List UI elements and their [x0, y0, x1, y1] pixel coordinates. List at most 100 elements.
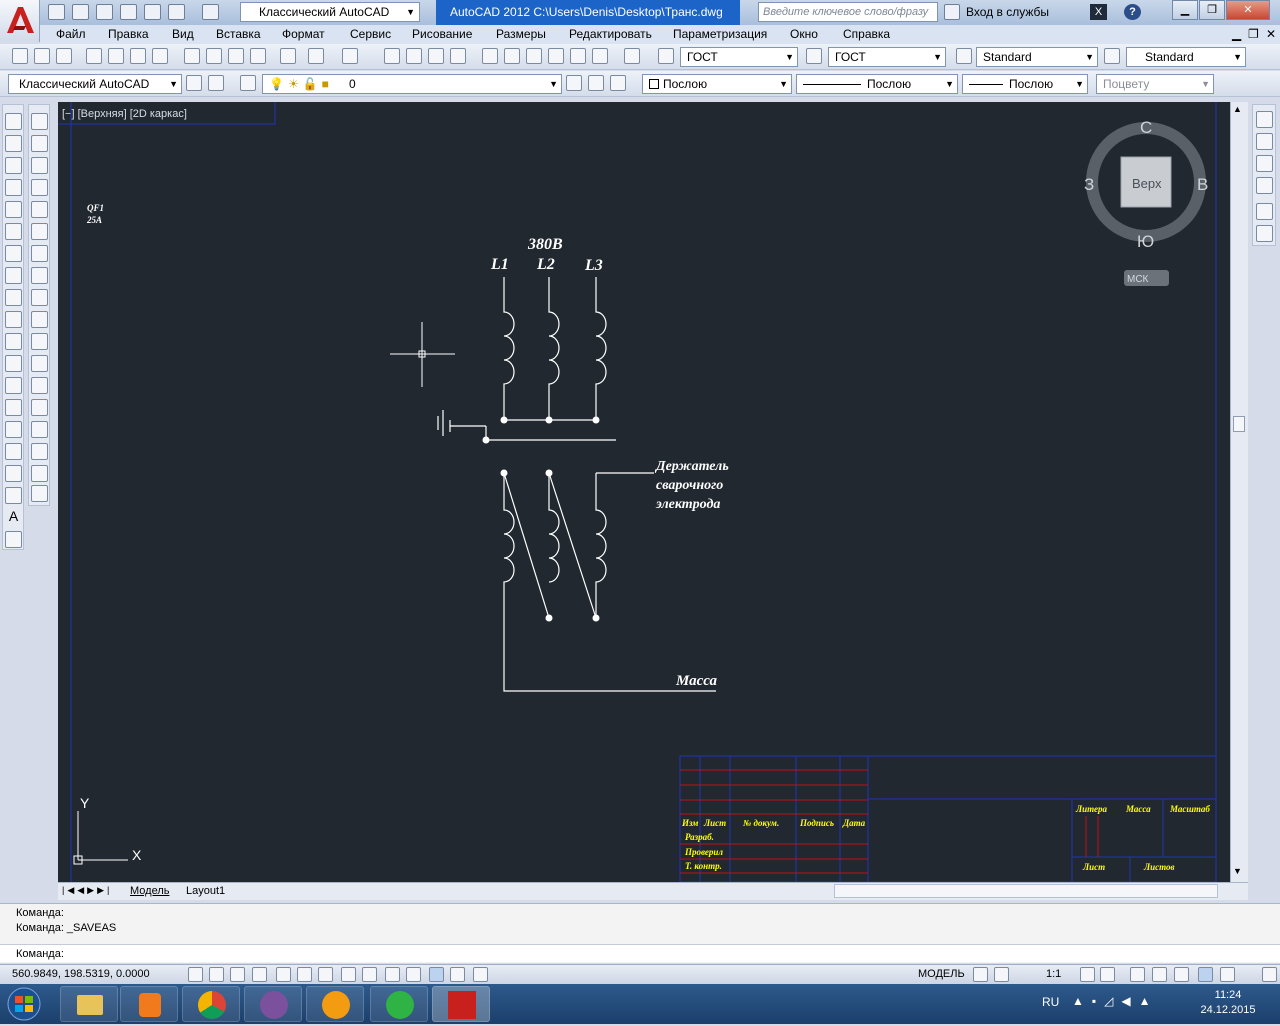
break-icon[interactable] [31, 377, 48, 394]
explode-icon[interactable] [31, 485, 48, 502]
menu-modify[interactable]: Редактировать [569, 27, 652, 41]
viewcube-south[interactable]: Ю [1137, 232, 1154, 251]
doc-restore-button[interactable]: ❐ [1248, 27, 1259, 41]
text-front-icon[interactable] [1256, 203, 1273, 220]
viewcube-face-top[interactable]: Верх [1132, 176, 1162, 191]
ducs-icon[interactable] [362, 967, 377, 982]
preview-icon[interactable] [108, 48, 124, 64]
copy-object-icon[interactable] [31, 135, 48, 152]
join-icon[interactable] [31, 399, 48, 416]
tray-icons[interactable]: ▲▪◿◀▲ [1072, 994, 1158, 1008]
menu-view[interactable]: Вид [172, 27, 194, 41]
tab-nav-arrows[interactable]: |◀◀▶▶| [62, 885, 112, 896]
menu-draw[interactable]: Рисование [412, 27, 472, 41]
dim-style-select[interactable]: ГОСТ ▼ [828, 47, 946, 67]
doc-close-button[interactable]: ✕ [1266, 27, 1276, 41]
vertical-scrollbar[interactable]: ▲ ▼ [1230, 102, 1248, 882]
otrack-icon[interactable] [341, 967, 356, 982]
close-button[interactable]: ✕ [1226, 0, 1270, 20]
clean-screen-icon[interactable] [1262, 967, 1277, 982]
send-under-icon[interactable] [1256, 177, 1273, 194]
ellipse-icon[interactable] [5, 311, 22, 328]
text-style-select[interactable]: ГОСТ ▼ [680, 47, 798, 67]
move-icon[interactable] [31, 223, 48, 240]
workspace-switching-icon[interactable] [1130, 967, 1145, 982]
exchange-icon[interactable]: X [1090, 4, 1107, 20]
linetype-select[interactable]: Послою ▼ [796, 74, 958, 94]
quick-view-drawings-icon[interactable] [994, 967, 1009, 982]
binoculars-icon[interactable] [944, 4, 960, 20]
table-style-select[interactable]: Standard ▼ [976, 47, 1098, 67]
mleader-style-select[interactable]: Standard ▼ [1126, 47, 1246, 67]
dim-style-icon[interactable] [806, 48, 822, 64]
paste-icon[interactable] [228, 48, 244, 64]
workspace-settings-icon[interactable] [186, 75, 202, 91]
add-selected-icon[interactable] [5, 531, 22, 548]
mleader-style-icon[interactable] [1104, 48, 1120, 64]
table-icon[interactable] [5, 487, 22, 504]
help-icon[interactable] [624, 48, 640, 64]
save-icon[interactable] [96, 4, 113, 20]
menu-parametric[interactable]: Параметризация [673, 27, 767, 41]
point-icon[interactable] [5, 399, 22, 416]
isolate-objects-icon[interactable] [1198, 967, 1213, 982]
menu-format[interactable]: Формат [282, 27, 325, 41]
open-file-icon[interactable] [72, 4, 89, 20]
help-icon[interactable]: ? [1124, 4, 1141, 20]
horizontal-scrollbar[interactable] [834, 884, 1218, 898]
auto-scale-icon[interactable] [1100, 967, 1115, 982]
gradient-icon[interactable] [5, 443, 22, 460]
calculator-icon[interactable] [592, 48, 608, 64]
insert-block-icon[interactable] [5, 355, 22, 372]
tool-palettes-icon[interactable] [526, 48, 542, 64]
annotation-visibility-icon[interactable] [1080, 967, 1095, 982]
rectangle-icon[interactable] [5, 201, 22, 218]
erase-icon[interactable] [31, 113, 48, 130]
mirror-icon[interactable] [31, 157, 48, 174]
copy-icon[interactable] [206, 48, 222, 64]
polar-icon[interactable] [276, 967, 291, 982]
workspace-save-icon[interactable] [208, 75, 224, 91]
spline-icon[interactable] [5, 289, 22, 306]
undo-icon[interactable] [168, 4, 185, 20]
make-block-icon[interactable] [5, 377, 22, 394]
design-center-icon[interactable] [504, 48, 520, 64]
hatch-back-icon[interactable] [1256, 225, 1273, 242]
rotate-icon[interactable] [31, 245, 48, 262]
minimize-button[interactable]: ▁ [1172, 0, 1198, 20]
3d-osnap-icon[interactable] [318, 967, 333, 982]
quick-view-layouts-icon[interactable] [973, 967, 988, 982]
lineweight-icon[interactable] [406, 967, 421, 982]
layer-state-icon[interactable] [610, 75, 626, 91]
bring-above-icon[interactable] [1256, 155, 1273, 172]
scroll-up-arrow-icon[interactable]: ▲ [1233, 104, 1242, 114]
workspace-toolbar-select[interactable]: Классический AutoCAD ▼ [8, 74, 182, 94]
block-editor-icon[interactable] [280, 48, 296, 64]
quick-properties-icon[interactable] [450, 967, 465, 982]
command-input[interactable]: Команда: [0, 944, 1280, 962]
lightbulb-icon[interactable] [1220, 967, 1235, 982]
viewcube-west[interactable]: З [1084, 175, 1094, 194]
space-toggle[interactable]: МОДЕЛЬ [918, 968, 965, 980]
menu-tools[interactable]: Сервис [350, 27, 391, 41]
redo-icon[interactable] [342, 48, 358, 64]
line-icon[interactable] [5, 113, 22, 130]
layer-manager-icon[interactable] [240, 75, 256, 91]
draw-order-back-icon[interactable] [1256, 133, 1273, 150]
redo-icon[interactable] [202, 4, 219, 20]
color-select[interactable]: Послою ▼ [642, 74, 792, 94]
save-as-icon[interactable] [120, 4, 137, 20]
region-icon[interactable] [5, 465, 22, 482]
mtext-icon[interactable]: A [5, 509, 22, 526]
lineweight-select[interactable]: Послою ▼ [962, 74, 1088, 94]
grid-icon[interactable] [230, 967, 245, 982]
sheet-set-icon[interactable] [548, 48, 564, 64]
annotation-scale[interactable]: 1:1 [1046, 968, 1061, 980]
fillet-icon[interactable] [31, 443, 48, 460]
viber-task-icon[interactable] [244, 986, 302, 1022]
menu-window[interactable]: Окно [790, 27, 818, 41]
polyline-icon[interactable] [5, 157, 22, 174]
explorer-task-icon[interactable] [60, 986, 118, 1022]
tab-layout1[interactable]: Layout1 [186, 885, 225, 897]
construction-line-icon[interactable] [5, 135, 22, 152]
